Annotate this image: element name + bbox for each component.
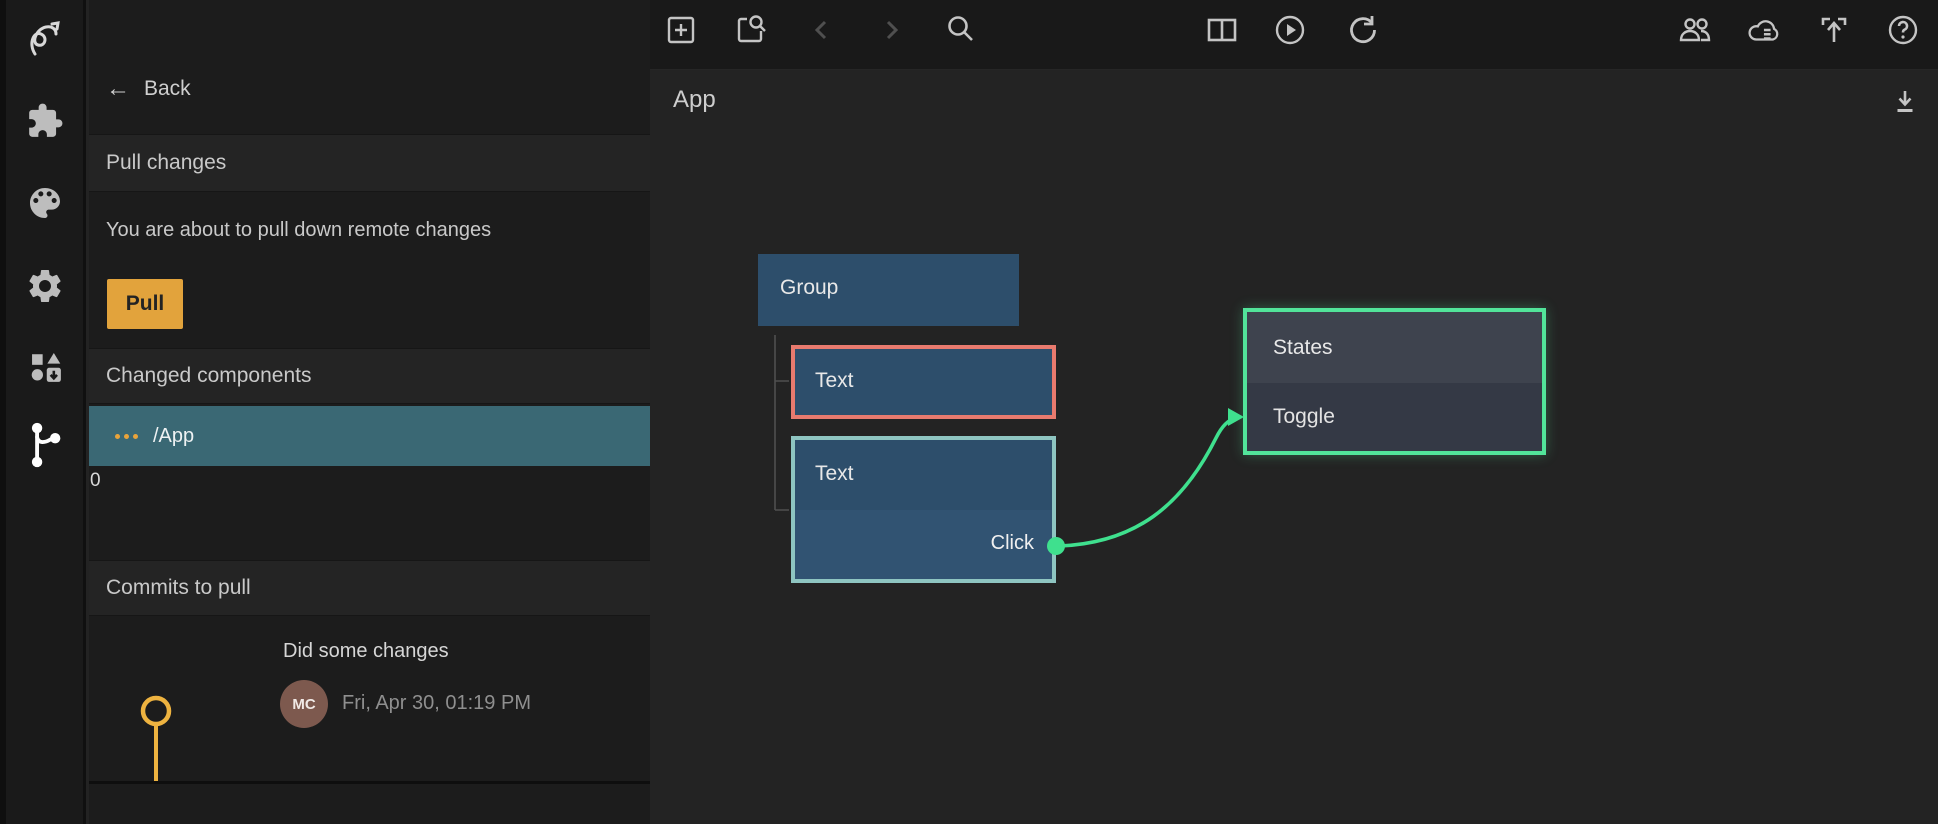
pull-message: You are about to pull down remote change…: [106, 219, 491, 242]
node-states[interactable]: States Toggle: [1243, 308, 1546, 455]
plugins-icon[interactable]: [24, 100, 66, 142]
refresh-icon[interactable]: [1345, 12, 1381, 48]
editor-main: App Group Text Text: [650, 0, 1938, 824]
search-icon[interactable]: [943, 12, 979, 48]
stray-zero-text: 0: [90, 470, 101, 492]
back-arrow-icon: ←: [106, 77, 130, 101]
node-text-2-label: Text: [795, 440, 1052, 486]
canvas-toolbar: [650, 0, 1938, 70]
changed-components-header: Changed components: [89, 348, 650, 404]
settings-gear-icon[interactable]: [24, 265, 66, 307]
commit-message: Did some changes: [283, 640, 449, 663]
states-toggle-input[interactable]: Toggle: [1247, 383, 1542, 451]
node-text-1-label: Text: [795, 349, 1052, 393]
more-options-icon: [115, 434, 138, 439]
node-states-label: States: [1273, 336, 1333, 360]
changed-component-label: /App: [153, 425, 194, 448]
back-label: Back: [144, 77, 191, 101]
cloud-services-icon[interactable]: [1745, 12, 1781, 48]
sidebar-rail: [0, 0, 86, 824]
node-group-label: Group: [758, 254, 1019, 300]
pull-changes-header: Pull changes: [89, 134, 650, 192]
pull-button[interactable]: Pull: [107, 279, 183, 329]
node-text-1[interactable]: Text: [791, 345, 1056, 419]
commit-list-item[interactable]: Did some changes MC Fri, Apr 30, 01:19 P…: [89, 640, 650, 770]
add-node-icon[interactable]: [663, 12, 699, 48]
components-icon[interactable]: [24, 345, 66, 387]
node-text-2-ports: Click: [795, 510, 1052, 579]
commits-to-pull-header: Commits to pull: [89, 560, 650, 616]
window-edge-strip: [0, 0, 6, 824]
noodl-logo[interactable]: [24, 16, 66, 58]
version-control-icon[interactable]: [24, 424, 66, 466]
node-text-2[interactable]: Text Click: [791, 436, 1056, 583]
commit-author-avatar: MC: [280, 680, 328, 728]
changed-component-row[interactable]: /App: [89, 406, 650, 466]
styles-palette-icon[interactable]: [24, 182, 66, 224]
help-icon[interactable]: [1885, 12, 1921, 48]
node-group[interactable]: Group: [758, 254, 1019, 326]
noodl-editor-window: ← Back Pull changes You are about to pul…: [0, 0, 1938, 824]
deploy-upload-icon[interactable]: [1816, 12, 1852, 48]
preview-play-icon[interactable]: [1272, 12, 1308, 48]
commit-timestamp: Fri, Apr 30, 01:19 PM: [342, 692, 531, 715]
nav-back-icon[interactable]: [804, 12, 840, 48]
back-button[interactable]: ← Back: [89, 68, 650, 110]
nav-forward-icon[interactable]: [873, 12, 909, 48]
node-canvas[interactable]: Group Text Text Click States Toggle: [650, 70, 1938, 824]
click-output-port[interactable]: Click: [991, 532, 1034, 555]
panel-divider: [89, 781, 650, 784]
collaborators-icon[interactable]: [1677, 12, 1713, 48]
component-search-icon[interactable]: [733, 12, 769, 48]
split-view-icon[interactable]: [1204, 12, 1240, 48]
version-control-panel: ← Back Pull changes You are about to pul…: [89, 0, 650, 824]
node-states-header: States: [1247, 312, 1542, 383]
